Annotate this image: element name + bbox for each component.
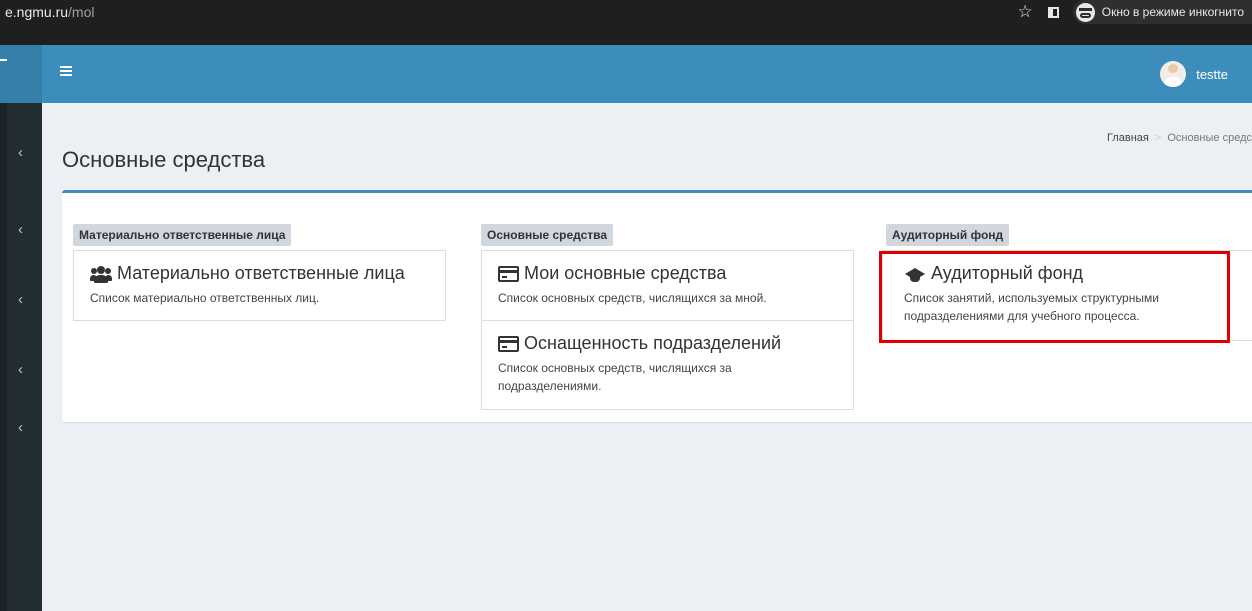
- top-navbar: testte: [42, 45, 1252, 103]
- card-department-equipment[interactable]: Оснащенность подразделений Список основн…: [481, 320, 854, 410]
- incognito-icon: [1075, 2, 1095, 22]
- username: testte: [1196, 66, 1228, 82]
- column-label: Аудиторный фонд: [886, 224, 1010, 246]
- incognito-label: Окно в режиме инкогнито: [1101, 5, 1244, 19]
- column-label: Материально ответственные лица: [73, 224, 292, 246]
- sidebar-expand-chevron-icon[interactable]: ‹: [18, 361, 23, 378]
- url-domain: e.ngmu.ru: [5, 4, 69, 20]
- card-responsible-persons[interactable]: Материально ответственные лица Список ма…: [73, 250, 446, 321]
- breadcrumb-separator: >: [1154, 132, 1162, 144]
- user-menu[interactable]: testte: [1160, 61, 1228, 87]
- sidebar-logo-area: [0, 45, 42, 103]
- card-description: Список основных средств, числящихся за м…: [498, 291, 767, 305]
- sidebar-expand-chevron-icon[interactable]: ‹: [18, 419, 23, 436]
- highlight-box: [879, 251, 1230, 343]
- browser-toolbar: e.ngmu.ru/mol ☆ Окно в режиме инкогнито: [0, 0, 1252, 45]
- credit-card-icon: [498, 265, 519, 282]
- sidebar: ‹ ‹ ‹ ‹ ‹: [0, 45, 42, 611]
- card-description: Список основных средств, числящихся за п…: [498, 361, 732, 393]
- card-title: Оснащенность подразделений: [524, 333, 782, 353]
- content-area: Основные средства Главная > Основные средс…: [42, 103, 1252, 611]
- breadcrumb: Главная > Основные средс: [1107, 132, 1252, 144]
- side-panel-icon[interactable]: [1047, 6, 1059, 18]
- avatar: [1160, 61, 1187, 87]
- sidebar-expand-chevron-icon[interactable]: ‹: [18, 144, 23, 161]
- incognito-indicator[interactable]: Окно в режиме инкогнито: [1072, 0, 1252, 24]
- page-title: Основные средства: [62, 147, 266, 172]
- address-bar[interactable]: e.ngmu.ru/mol: [5, 0, 95, 24]
- breadcrumb-current: Основные средс: [1167, 132, 1252, 144]
- sidebar-expand-chevron-icon[interactable]: ‹: [18, 291, 23, 308]
- card-title: Мои основные средства: [524, 263, 727, 283]
- credit-card-icon: [498, 335, 519, 352]
- menu-toggle-icon[interactable]: [60, 66, 72, 76]
- url-path: /mol: [68, 4, 95, 20]
- card-title: Материально ответственные лица: [117, 263, 405, 283]
- sidebar-expand-chevron-icon[interactable]: ‹: [18, 221, 23, 238]
- breadcrumb-home-link[interactable]: Главная: [1107, 132, 1149, 144]
- bookmark-star-icon[interactable]: ☆: [1017, 2, 1032, 22]
- column-label: Основные средства: [481, 224, 614, 246]
- users-icon: [90, 265, 112, 283]
- card-description: Список материально ответственных лиц.: [90, 291, 320, 305]
- card-my-assets[interactable]: Мои основные средства Список основных ср…: [481, 250, 854, 321]
